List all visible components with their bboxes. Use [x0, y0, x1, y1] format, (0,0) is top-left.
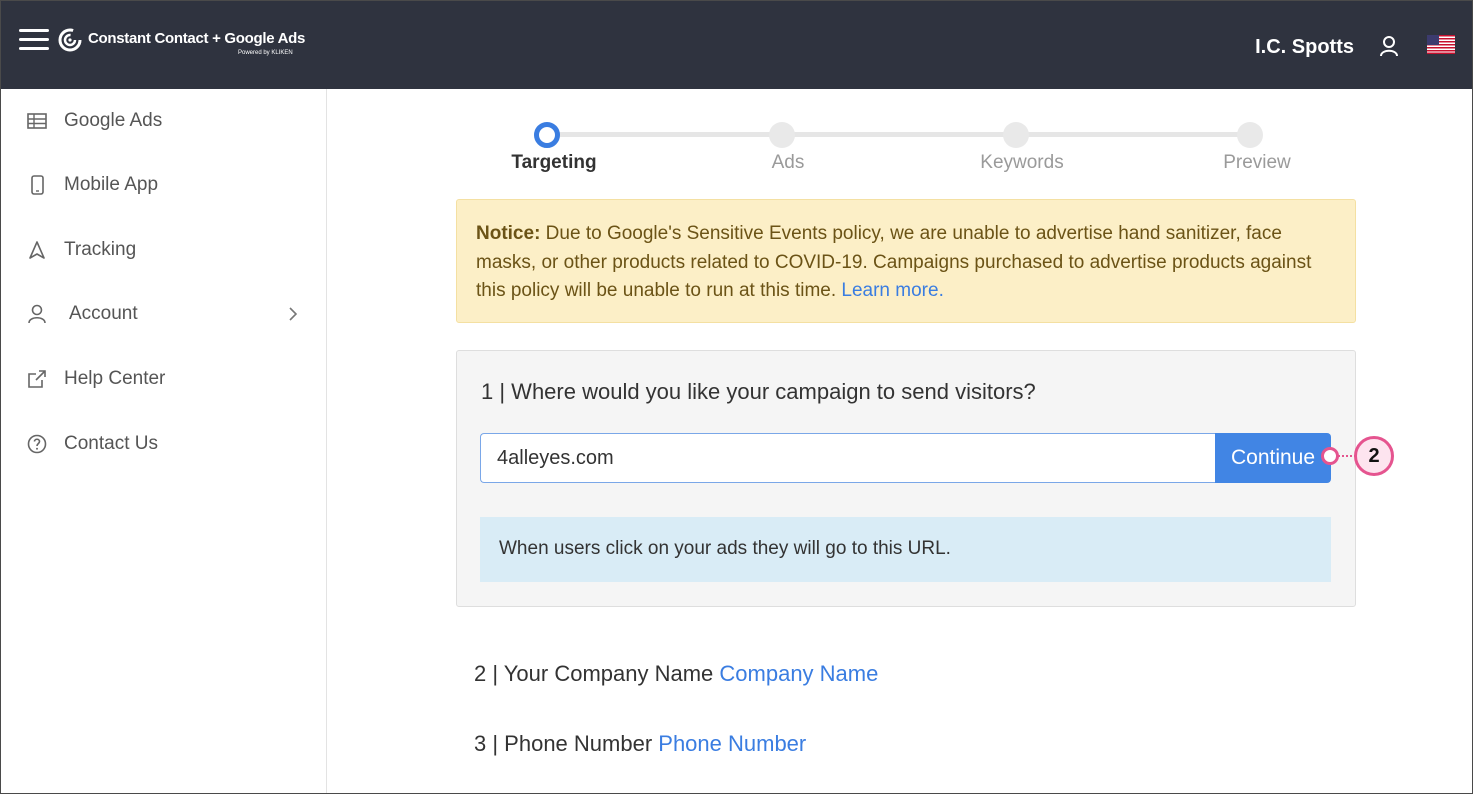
step-label-keywords: Keywords [980, 152, 1064, 173]
callout-anchor [1321, 447, 1339, 465]
sidebar: Google Ads Mobile App Tracking Account H… [1, 89, 327, 793]
logo-text: Constant Contact + Google Ads [88, 30, 306, 47]
sidebar-item-tracking[interactable]: Tracking [1, 225, 327, 275]
company-name-link[interactable]: Company Name [719, 661, 878, 686]
url-input[interactable] [480, 433, 1216, 483]
external-link-icon [28, 370, 46, 388]
us-flag-icon[interactable] [1427, 35, 1455, 54]
question-3-row: 3 | Phone Number Phone Number [474, 731, 806, 757]
covid-notice-banner: Notice: Due to Google's Sensitive Events… [456, 199, 1356, 323]
logo-subtext: Powered by KLIKEN [238, 50, 293, 56]
sidebar-item-label: Account [69, 303, 138, 324]
sidebar-item-contact-us[interactable]: Contact Us [1, 419, 327, 469]
step-dot-preview [1237, 122, 1263, 148]
notice-label: Notice: [476, 223, 541, 244]
progress-stepper: Targeting Ads Keywords Preview [327, 89, 1472, 189]
continue-button[interactable]: Continue [1215, 433, 1331, 483]
step-label-preview: Preview [1223, 152, 1291, 173]
table-icon [27, 113, 47, 129]
sidebar-item-label: Help Center [64, 368, 166, 389]
chevron-right-icon [289, 307, 298, 321]
sidebar-item-help-center[interactable]: Help Center [1, 354, 327, 404]
navigation-arrow-icon [29, 241, 45, 259]
sidebar-item-label: Google Ads [64, 110, 163, 131]
step-callout-badge: 2 [1354, 436, 1394, 476]
question-1-title: 1 | Where would you like your campaign t… [481, 379, 1036, 404]
user-icon[interactable] [1379, 35, 1399, 57]
user-icon [28, 304, 46, 324]
step-label-ads: Ads [771, 152, 805, 173]
sidebar-item-mobile-app[interactable]: Mobile App [1, 160, 327, 210]
question-2-row: 2 | Your Company Name Company Name [474, 661, 878, 687]
step-dot-ads [769, 122, 795, 148]
main-content: Targeting Ads Keywords Preview Notice: D… [327, 89, 1472, 793]
destination-url-card: 1 | Where would you like your campaign t… [456, 350, 1356, 607]
sidebar-item-label: Mobile App [64, 174, 159, 195]
sidebar-item-account[interactable]: Account [1, 289, 327, 339]
sidebar-item-label: Contact Us [64, 433, 158, 454]
url-info-box: When users click on your ads they will g… [480, 517, 1331, 582]
step-dot-keywords [1003, 122, 1029, 148]
sidebar-item-label: Tracking [64, 239, 137, 260]
learn-more-link[interactable]: Learn more. [841, 280, 943, 301]
top-bar: Constant Contact + Google Ads Powered by… [1, 1, 1472, 89]
step-label-targeting: Targeting [511, 152, 597, 173]
question-2-label: 2 | Your Company Name [474, 661, 720, 686]
username[interactable]: I.C. Spotts [1255, 36, 1354, 59]
mobile-icon [31, 175, 44, 195]
question-3-label: 3 | Phone Number [474, 731, 659, 756]
menu-icon[interactable] [19, 28, 49, 52]
stepper-track [547, 132, 1257, 137]
constant-contact-logo-icon [58, 28, 82, 52]
app-frame: Constant Contact + Google Ads Powered by… [0, 0, 1473, 794]
phone-number-link[interactable]: Phone Number [658, 731, 806, 756]
sidebar-item-google-ads[interactable]: Google Ads [1, 96, 327, 146]
step-dot-targeting [534, 122, 560, 148]
question-circle-icon [27, 434, 47, 454]
